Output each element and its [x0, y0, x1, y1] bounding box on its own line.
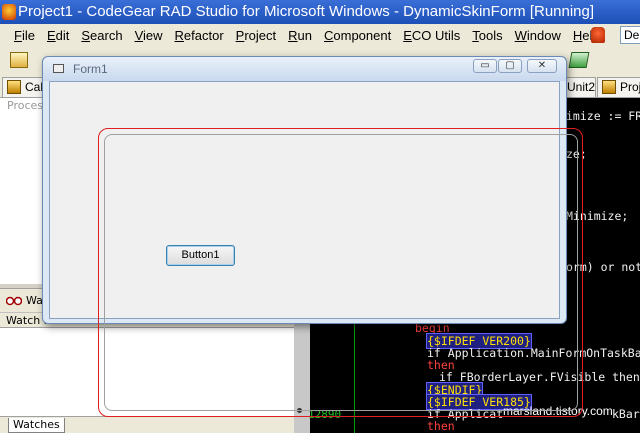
menu-file[interactable]: File: [14, 28, 35, 43]
code-line: if FBorderLayer.FVisible then: [439, 370, 640, 384]
tab-file-icon: [602, 80, 616, 94]
glasses-icon: [6, 296, 22, 306]
menu-refactor[interactable]: Refactor: [175, 28, 224, 43]
code-line-tail: kBar: [612, 407, 640, 421]
line-number: 12890: [308, 408, 342, 421]
watermark: marsland.tistory.com: [503, 404, 613, 418]
build-config-combo[interactable]: Deb: [620, 26, 640, 44]
component-palette-icon[interactable]: [568, 52, 590, 68]
watch-list-body[interactable]: [0, 328, 294, 416]
open-file-icon[interactable]: [10, 52, 28, 68]
watches-tab-bar: Watches: [0, 416, 294, 433]
menu-view[interactable]: View: [135, 28, 163, 43]
menu-project[interactable]: Project: [236, 28, 276, 43]
tab-label: Unit2: [567, 80, 596, 94]
menu-tools[interactable]: Tools: [472, 28, 502, 43]
code-line: orm) or not: [566, 260, 640, 274]
menu-run[interactable]: Run: [288, 28, 312, 43]
tab-label: Cal: [25, 80, 44, 94]
ide-title-bar[interactable]: Project1 - CodeGear RAD Studio for Micro…: [0, 0, 640, 24]
form1-title: Form1: [73, 62, 108, 76]
form1-title-bar[interactable]: Form1 ▭ ▢ ✕: [43, 57, 566, 81]
ide-menu-bar: File Edit Search View Refactor Project R…: [0, 24, 640, 46]
ide-window-title: Project1 - CodeGear RAD Studio for Micro…: [18, 3, 595, 20]
rad-studio-app-icon: [2, 4, 16, 20]
menu-eco-utils[interactable]: ECO Utils: [403, 28, 460, 43]
menu-component[interactable]: Component: [324, 28, 391, 43]
breakpoint-dot[interactable]: [297, 408, 302, 413]
menu-window[interactable]: Window: [515, 28, 561, 43]
menu-search[interactable]: Search: [81, 28, 122, 43]
tab-file-icon: [7, 80, 21, 94]
tab-project[interactable]: Proje: [597, 77, 640, 97]
code-line: imize := FRo: [566, 109, 640, 123]
button1[interactable]: Button1: [166, 245, 235, 266]
menu-edit[interactable]: Edit: [47, 28, 69, 43]
code-line: Minimize;: [566, 209, 629, 223]
helmet-icon[interactable]: [591, 27, 605, 43]
close-button[interactable]: ✕: [527, 59, 557, 73]
form1-window[interactable]: Form1 ▭ ▢ ✕ Button1: [42, 56, 567, 324]
tab-watches[interactable]: Watches: [8, 418, 65, 433]
tab-label: Proje: [620, 80, 640, 94]
code-line: ze;: [566, 147, 587, 161]
form1-client-area: Button1: [49, 81, 560, 319]
minimize-button[interactable]: ▭: [473, 59, 497, 73]
code-line-then: then: [427, 419, 455, 433]
system-menu-icon[interactable]: [53, 64, 64, 73]
watch-list-title: Wa: [26, 294, 43, 307]
maximize-button[interactable]: ▢: [498, 59, 522, 73]
code-line: if Application.MainFormOnTaskBar: [427, 346, 640, 360]
